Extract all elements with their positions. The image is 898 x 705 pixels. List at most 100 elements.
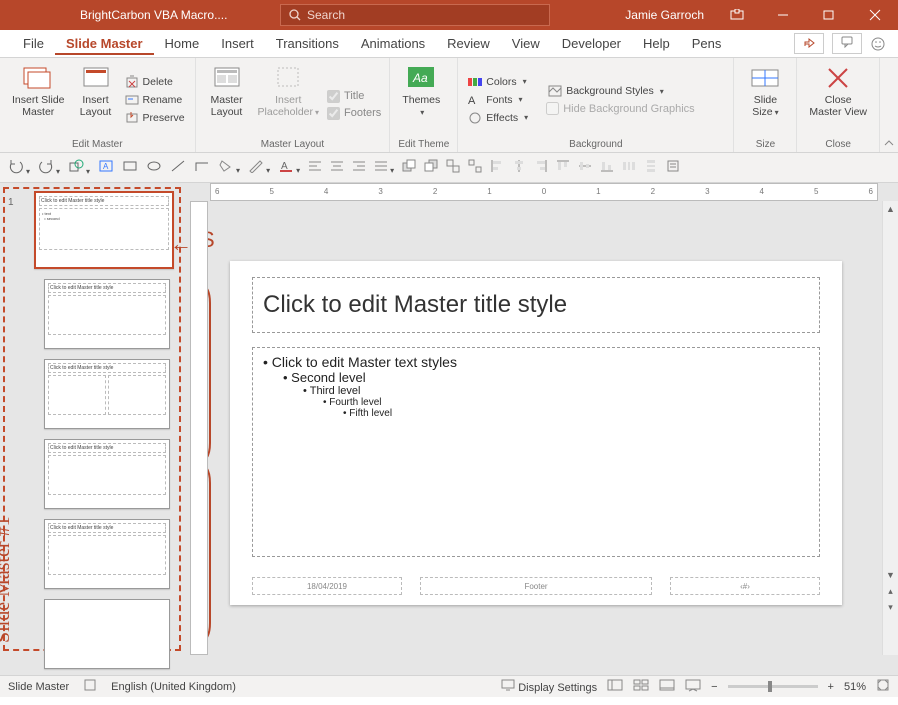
- smiley-icon[interactable]: [870, 36, 886, 52]
- slideshow-button[interactable]: [685, 678, 701, 695]
- tab-animations[interactable]: Animations: [350, 32, 436, 55]
- redo-button[interactable]: ▾: [38, 158, 60, 177]
- slide-master[interactable]: Click to edit Master title style • Click…: [230, 261, 842, 605]
- distribute-v-button[interactable]: [644, 159, 658, 176]
- themes-button[interactable]: Aa Themes▾: [398, 62, 444, 137]
- align-objects-middle-button[interactable]: [578, 159, 592, 176]
- slide-canvas[interactable]: Click to edit Master title style • Click…: [214, 205, 878, 671]
- next-slide-button[interactable]: ▾: [883, 599, 898, 615]
- outline-button[interactable]: ▾: [248, 159, 270, 176]
- zoom-slider[interactable]: [728, 685, 818, 688]
- minimize-button[interactable]: [760, 0, 806, 30]
- master-thumbnail[interactable]: Click to edit Master title style • text …: [34, 191, 174, 269]
- close-master-view-button[interactable]: Close Master View: [805, 62, 871, 137]
- tab-developer[interactable]: Developer: [551, 32, 632, 55]
- colors-button[interactable]: Colors▾: [466, 74, 530, 90]
- scrollbar-vertical[interactable]: ▲ ▼ ▴ ▾: [882, 201, 898, 655]
- align-center-button[interactable]: [330, 159, 344, 176]
- tab-view[interactable]: View: [501, 32, 551, 55]
- tab-pens[interactable]: Pens: [681, 32, 733, 55]
- slide-size-button[interactable]: Slide Size▾: [742, 62, 788, 137]
- thumbnail-panel[interactable]: Slide Master #1 1 Click to edit Master t…: [0, 183, 190, 675]
- collapse-ribbon-button[interactable]: [880, 58, 898, 152]
- accessibility-button[interactable]: [83, 678, 97, 695]
- scroll-up-button[interactable]: ▲: [883, 201, 898, 217]
- normal-view-button[interactable]: [607, 678, 623, 695]
- date-placeholder[interactable]: 18/04/2019: [252, 577, 402, 595]
- sorter-view-button[interactable]: [633, 678, 649, 695]
- tab-home[interactable]: Home: [154, 32, 211, 55]
- share-button[interactable]: [794, 33, 824, 54]
- zoom-out-button[interactable]: −: [711, 681, 717, 693]
- align-objects-center-button[interactable]: [512, 159, 526, 176]
- align-objects-right-button[interactable]: [534, 159, 548, 176]
- ribbon-options-button[interactable]: [714, 0, 760, 30]
- bring-forward-button[interactable]: [402, 159, 416, 176]
- textbox-button[interactable]: A: [98, 158, 114, 177]
- align-objects-bottom-button[interactable]: [600, 159, 614, 176]
- title-checkbox[interactable]: Title: [327, 89, 381, 104]
- layout-thumbnail[interactable]: Click to edit Master title style: [44, 279, 170, 349]
- reading-view-button[interactable]: [659, 678, 675, 695]
- selection-pane-button[interactable]: [666, 159, 680, 176]
- maximize-button[interactable]: [806, 0, 852, 30]
- insert-slide-master-button[interactable]: Insert Slide Master: [8, 62, 69, 137]
- line-icon: [170, 159, 186, 173]
- effects-button[interactable]: Effects▾: [466, 110, 530, 126]
- comments-button[interactable]: [832, 33, 862, 54]
- justify-button[interactable]: ▾: [374, 159, 394, 176]
- ruler-horizontal[interactable]: 6543210123456: [210, 183, 878, 201]
- undo-button[interactable]: ▾: [8, 158, 30, 177]
- display-settings-button[interactable]: Display Settings: [501, 679, 597, 694]
- distribute-h-button[interactable]: [622, 159, 636, 176]
- ruler-vertical[interactable]: [190, 201, 208, 655]
- fonts-button[interactable]: AFonts▾: [466, 92, 530, 108]
- tab-help[interactable]: Help: [632, 32, 681, 55]
- align-right-button[interactable]: [352, 159, 366, 176]
- layout-thumbnail[interactable]: [44, 599, 170, 669]
- fontcolor-button[interactable]: A▾: [278, 159, 300, 176]
- tab-review[interactable]: Review: [436, 32, 501, 55]
- elbow-button[interactable]: [194, 159, 210, 176]
- prev-slide-button[interactable]: ▴: [883, 583, 898, 599]
- fill-button[interactable]: ▾: [218, 159, 240, 176]
- body-placeholder[interactable]: • Click to edit Master text styles • Sec…: [252, 347, 820, 557]
- close-window-button[interactable]: [852, 0, 898, 30]
- search-box[interactable]: Search: [280, 4, 550, 26]
- zoom-in-button[interactable]: +: [828, 681, 834, 693]
- insert-placeholder-button[interactable]: Insert Placeholder▾: [254, 62, 323, 137]
- user-name[interactable]: Jamie Garroch: [625, 8, 704, 22]
- rect-button[interactable]: [122, 159, 138, 176]
- preserve-button[interactable]: Preserve: [123, 110, 187, 126]
- footers-checkbox[interactable]: Footers: [327, 106, 381, 121]
- layout-thumbnail[interactable]: Click to edit Master title style: [44, 359, 170, 429]
- ungroup-button[interactable]: [468, 159, 482, 176]
- layout-thumbnail[interactable]: Click to edit Master title style: [44, 439, 170, 509]
- delete-button[interactable]: Delete: [123, 74, 187, 90]
- tab-transitions[interactable]: Transitions: [265, 32, 350, 55]
- rename-button[interactable]: Rename: [123, 92, 187, 108]
- tab-slide-master[interactable]: Slide Master: [55, 32, 154, 55]
- line-button[interactable]: [170, 159, 186, 176]
- layout-thumbnail[interactable]: Click to edit Master title style: [44, 519, 170, 589]
- title-placeholder[interactable]: Click to edit Master title style: [252, 277, 820, 333]
- footer-placeholder[interactable]: Footer: [420, 577, 652, 595]
- insert-layout-button[interactable]: Insert Layout: [73, 62, 119, 137]
- scroll-down-button[interactable]: ▼: [883, 567, 898, 583]
- send-backward-button[interactable]: [424, 159, 438, 176]
- align-objects-left-button[interactable]: [490, 159, 504, 176]
- group-button[interactable]: [446, 159, 460, 176]
- tab-file[interactable]: File: [12, 32, 55, 55]
- shape-picker-button[interactable]: ▾: [68, 158, 90, 177]
- slidenum-placeholder[interactable]: ‹#›: [670, 577, 820, 595]
- align-objects-top-button[interactable]: [556, 159, 570, 176]
- tab-insert[interactable]: Insert: [210, 32, 265, 55]
- language-button[interactable]: English (United Kingdom): [111, 681, 236, 693]
- zoom-level[interactable]: 51%: [844, 681, 866, 693]
- background-styles-button[interactable]: Background Styles▾: [546, 83, 694, 99]
- fit-button[interactable]: [876, 678, 890, 695]
- oval-button[interactable]: [146, 159, 162, 176]
- master-layout-button[interactable]: Master Layout: [204, 62, 250, 137]
- align-left-button[interactable]: [308, 159, 322, 176]
- hide-background-checkbox[interactable]: Hide Background Graphics: [546, 101, 694, 116]
